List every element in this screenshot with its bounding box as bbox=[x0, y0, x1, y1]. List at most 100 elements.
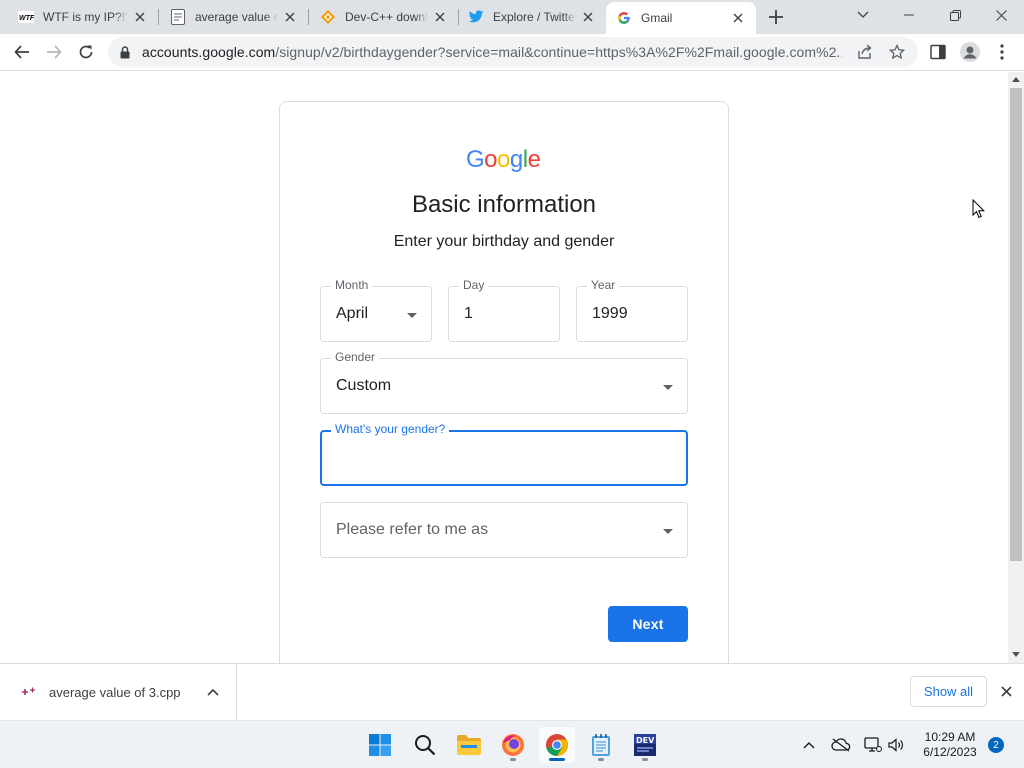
cloud-offline-icon bbox=[831, 738, 851, 752]
month-value: April bbox=[336, 305, 369, 322]
forward-button[interactable] bbox=[40, 38, 68, 66]
twitter-bird-icon bbox=[468, 9, 484, 25]
download-shelf: average value of 3.cpp Show all bbox=[0, 663, 1024, 720]
search-icon bbox=[415, 735, 436, 756]
scroll-up-arrow-icon[interactable] bbox=[1012, 77, 1020, 82]
running-indicator bbox=[642, 758, 648, 761]
gender-label: Gender bbox=[331, 350, 380, 364]
tab-strip: WTF WTF is my IP?!?! average value of 3 … bbox=[0, 0, 1024, 34]
devcpp-button[interactable]: DEV bbox=[627, 727, 663, 763]
arrow-right-icon bbox=[47, 45, 62, 59]
show-hidden-icons-button[interactable] bbox=[799, 735, 819, 755]
svg-text:DEV: DEV bbox=[636, 736, 655, 745]
firefox-button[interactable] bbox=[495, 727, 531, 763]
year-value: 1999 bbox=[592, 305, 628, 322]
taskbar-search-button[interactable] bbox=[407, 727, 443, 763]
tab-average-value[interactable]: average value of 3 bbox=[160, 0, 308, 34]
clock-time: 10:29 AM bbox=[924, 730, 976, 744]
scrollbar-thumb[interactable] bbox=[1010, 88, 1022, 561]
pronoun-placeholder: Please refer to me as bbox=[336, 521, 489, 538]
profile-button[interactable] bbox=[956, 38, 984, 66]
year-label: Year bbox=[587, 278, 620, 292]
download-file-name: average value of 3.cpp bbox=[49, 685, 181, 700]
day-input[interactable]: Day 1 bbox=[448, 278, 560, 342]
dropdown-arrow-icon bbox=[407, 313, 417, 318]
lock-icon[interactable] bbox=[118, 45, 132, 59]
clock-date: 6/12/2023 bbox=[923, 745, 977, 759]
chevron-up-icon[interactable] bbox=[205, 684, 221, 700]
file-explorer-button[interactable] bbox=[451, 727, 487, 763]
back-button[interactable] bbox=[8, 38, 36, 66]
scroll-down-arrow-icon[interactable] bbox=[1012, 652, 1020, 657]
year-input[interactable]: Year 1999 bbox=[576, 278, 688, 342]
page-title: Basic information bbox=[411, 191, 597, 218]
close-icon bbox=[1000, 685, 1012, 697]
close-icon bbox=[995, 9, 1007, 21]
close-window-button[interactable] bbox=[978, 0, 1024, 30]
reload-button[interactable] bbox=[72, 38, 100, 66]
network-tray-button[interactable] bbox=[863, 735, 883, 755]
chevron-down-icon bbox=[857, 11, 869, 18]
pronoun-select[interactable]: Please refer to me as bbox=[320, 502, 688, 558]
google-g-icon bbox=[616, 10, 632, 26]
menu-button[interactable] bbox=[988, 38, 1016, 66]
windows-start-button[interactable] bbox=[362, 727, 398, 763]
url-text[interactable]: accounts.google.com/signup/v2/birthdayge… bbox=[142, 44, 842, 60]
close-shelf-button[interactable] bbox=[998, 683, 1014, 699]
svg-text:WTF: WTF bbox=[19, 15, 34, 22]
custom-gender-label: What's your gender? bbox=[331, 422, 450, 436]
devcpp-icon: DEV bbox=[634, 734, 656, 756]
wtf-favicon-icon: WTF bbox=[18, 9, 34, 25]
chrome-icon bbox=[546, 734, 568, 756]
custom-gender-input[interactable] bbox=[335, 448, 665, 468]
close-tab-icon[interactable] bbox=[282, 9, 298, 25]
close-tab-icon[interactable] bbox=[132, 9, 148, 25]
running-indicator bbox=[598, 758, 604, 761]
address-bar[interactable]: accounts.google.com/signup/v2/birthdayge… bbox=[108, 37, 918, 67]
show-all-button[interactable]: Show all bbox=[910, 676, 987, 707]
tab-label: average value of 3 bbox=[195, 10, 278, 24]
url-host: accounts.google.com bbox=[142, 44, 276, 60]
restore-button[interactable] bbox=[932, 0, 978, 30]
volume-tray-button[interactable] bbox=[886, 735, 906, 755]
notification-badge[interactable]: 2 bbox=[988, 737, 1004, 753]
dropdown-arrow-icon bbox=[663, 529, 673, 534]
tab-label: Gmail bbox=[641, 11, 673, 25]
month-select[interactable]: Month April bbox=[320, 278, 432, 342]
system-clock[interactable]: 10:29 AM 6/12/2023 bbox=[915, 730, 985, 760]
gender-select[interactable]: Gender Custom bbox=[320, 350, 688, 414]
url-path: /signup/v2/birthdaygender?service=mail&c… bbox=[275, 44, 842, 60]
close-tab-icon[interactable] bbox=[432, 9, 448, 25]
page-subtitle: Enter your birthday and gender bbox=[393, 233, 615, 250]
bookmark-star-icon[interactable] bbox=[888, 43, 906, 61]
browser-toolbar: accounts.google.com/signup/v2/birthdayge… bbox=[0, 34, 1024, 71]
tab-search-button[interactable] bbox=[840, 0, 886, 30]
chevron-up-icon bbox=[803, 742, 815, 749]
tab-devcpp[interactable]: Dev-C++ download bbox=[310, 0, 458, 34]
notepad-icon bbox=[592, 734, 610, 756]
download-item[interactable]: average value of 3.cpp bbox=[0, 664, 237, 720]
close-tab-icon[interactable] bbox=[730, 10, 746, 26]
chrome-button[interactable] bbox=[539, 727, 575, 763]
google-logo: Google bbox=[466, 146, 541, 173]
tab-twitter[interactable]: Explore / Twitter bbox=[458, 0, 606, 34]
minimize-button[interactable] bbox=[886, 0, 932, 30]
dropdown-arrow-icon bbox=[663, 385, 673, 390]
share-icon[interactable] bbox=[856, 43, 874, 61]
close-tab-icon[interactable] bbox=[580, 9, 596, 25]
arrow-left-icon bbox=[14, 45, 29, 59]
minimize-icon bbox=[904, 14, 914, 16]
side-panel-button[interactable] bbox=[924, 38, 952, 66]
next-button[interactable]: Next bbox=[608, 606, 688, 642]
page-viewport: Google Basic information Enter your birt… bbox=[0, 72, 1008, 663]
taskbar: DEV 10:29 AM 6/12/2023 2 bbox=[0, 720, 1024, 768]
plus-icon bbox=[769, 10, 783, 24]
new-tab-button[interactable] bbox=[764, 5, 788, 29]
tab-wtf-ip[interactable]: WTF WTF is my IP?!?! bbox=[8, 0, 158, 34]
notepad-button[interactable] bbox=[583, 727, 619, 763]
page-scrollbar[interactable] bbox=[1008, 72, 1024, 663]
tab-gmail[interactable]: Gmail bbox=[606, 2, 756, 34]
custom-gender-field[interactable]: What's your gender? bbox=[320, 422, 688, 486]
onedrive-tray-button[interactable] bbox=[831, 735, 851, 755]
side-panel-icon bbox=[930, 44, 946, 60]
